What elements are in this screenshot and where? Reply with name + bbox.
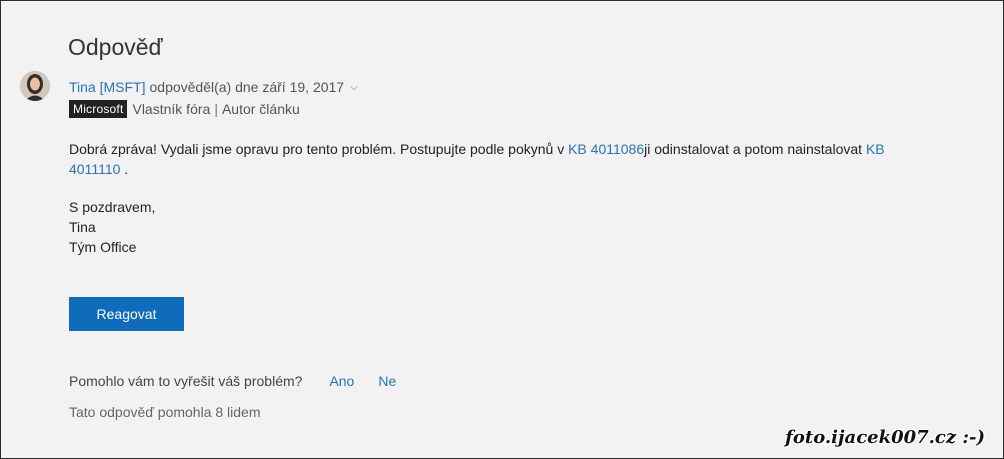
- signature: S pozdravem, Tina Tým Office: [69, 197, 155, 257]
- role-separator: |: [214, 101, 218, 117]
- body-text-part2: ji odinstalovat a potom nainstalovat: [644, 141, 866, 157]
- helpful-count: Tato odpověď pomohla 8 lidem: [69, 404, 261, 420]
- kb4011086-link[interactable]: KB 4011086: [568, 141, 644, 157]
- signature-greeting: S pozdravem,: [69, 199, 156, 215]
- answer-heading: Odpověď: [68, 34, 163, 60]
- author-link[interactable]: Tina [MSFT]: [69, 79, 146, 95]
- role-forum-owner: Vlastník fóra: [132, 101, 211, 117]
- helpful-prompt: Pomohlo vám to vyřešit váš problém? Ano …: [69, 373, 396, 389]
- avatar[interactable]: [20, 71, 50, 101]
- signature-name: Tina: [69, 219, 96, 235]
- answer-body: Dobrá zpráva! Vydali jsme opravu pro ten…: [69, 139, 929, 179]
- helpful-yes-link[interactable]: Ano: [329, 373, 354, 389]
- signature-team: Tým Office: [69, 239, 137, 255]
- helpful-no-link[interactable]: Ne: [378, 373, 396, 389]
- helpful-question: Pomohlo vám to vyřešit váš problém?: [69, 373, 303, 389]
- avatar-image: [20, 71, 50, 101]
- role-article-author: Autor článku: [221, 101, 300, 117]
- microsoft-badge: Microsoft: [69, 100, 128, 118]
- reply-button[interactable]: Reagovat: [69, 297, 184, 331]
- replied-date: odpověděl(a) dne září 19, 2017: [149, 79, 345, 95]
- body-text-part3: .: [120, 161, 129, 177]
- chevron-down-icon[interactable]: ⌵: [350, 82, 358, 93]
- author-badges: Microsoft Vlastník fóra | Autor článku: [69, 100, 300, 118]
- answer-meta: Tina [MSFT] odpověděl(a) dne září 19, 20…: [69, 79, 358, 95]
- watermark: foto.ijacek007.cz :-): [785, 427, 985, 448]
- body-text-part1: Dobrá zpráva! Vydali jsme opravu pro ten…: [69, 141, 569, 157]
